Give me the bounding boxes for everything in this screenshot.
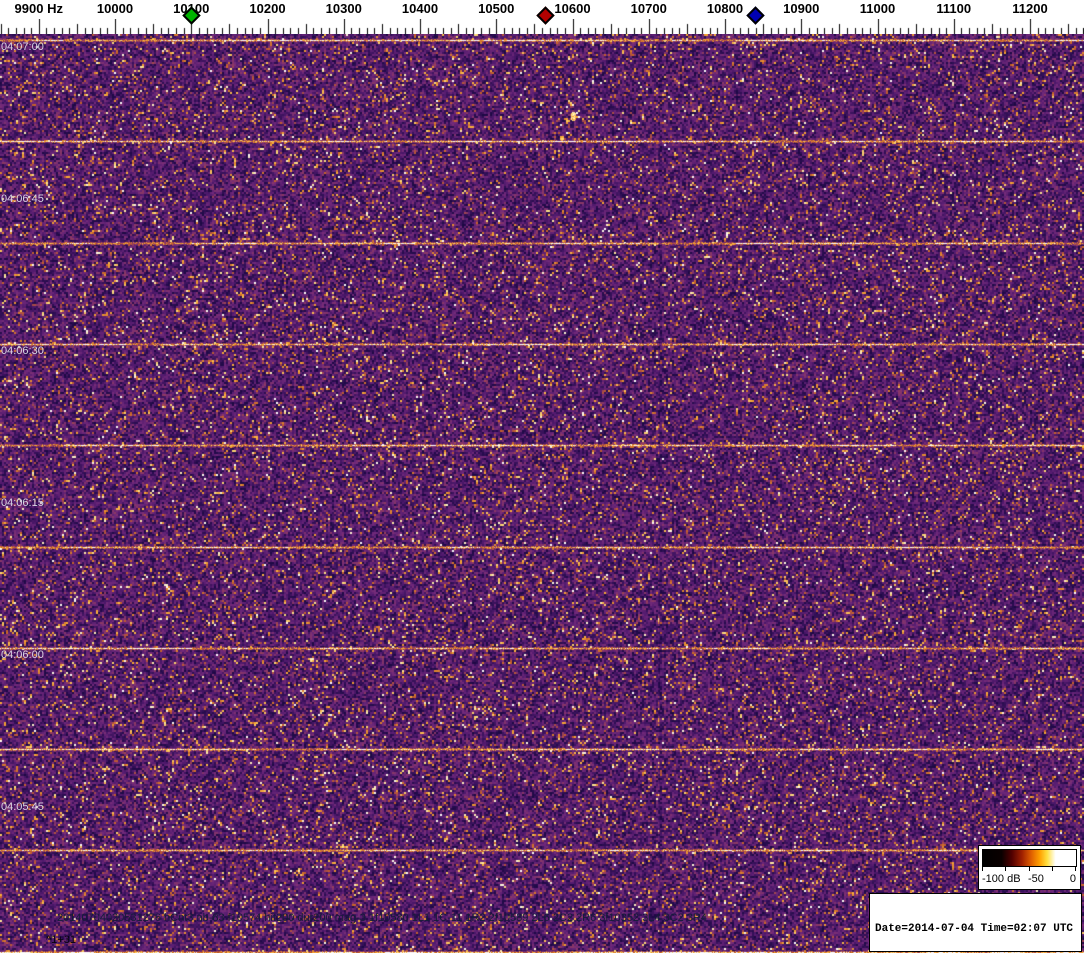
legend-tick xyxy=(982,867,983,871)
freq-axis-label: 10200 xyxy=(249,1,286,16)
detection-status-line: 20140704020531276 hCnt3 nb-83 f10574 hit… xyxy=(57,912,707,924)
freq-axis-label: 10400 xyxy=(401,1,439,16)
freq-axis-label: 10600 xyxy=(554,1,591,16)
legend-label-min: -100 dB xyxy=(982,873,1021,885)
time-axis-label: 04:06:15 xyxy=(1,497,44,509)
spectrogram-canvas xyxy=(0,34,1084,953)
freq-axis-label: 10900 xyxy=(783,1,820,16)
legend-tick xyxy=(1029,867,1030,871)
color-scale-gradient xyxy=(982,849,1077,867)
freq-axis-label: 10700 xyxy=(630,1,667,16)
legend-label-max: 0 xyxy=(1069,873,1076,885)
screen: 9900 Hz100001010010200103001040010500106… xyxy=(0,0,1084,953)
info-date-time: Date=2014-07-04 Time=02:07 UTC xyxy=(875,923,1074,935)
legend-label-mid: -50 xyxy=(1028,873,1044,885)
time-axis-label: 04:05:45 xyxy=(1,801,44,813)
time-axis-label: 04:06:45 xyxy=(1,193,44,205)
freq-axis-label: 11200 xyxy=(1012,1,1048,16)
freq-axis-label: 11100 xyxy=(936,1,972,16)
freq-axis-label: 11000 xyxy=(859,1,896,16)
observation-info-box: Date=2014-07-04 Time=02:07 UTC Freq=143 … xyxy=(869,893,1082,952)
color-scale-legend: -100 dB -50 0 xyxy=(978,845,1081,890)
time-axis-label: 04:07:00 xyxy=(1,41,44,53)
time-axis-label: 04:06:30 xyxy=(1,345,44,357)
time-axis-label: 04:06:00 xyxy=(1,649,44,661)
freq-axis-label: 9900 Hz xyxy=(14,1,63,16)
frequency-axis: 9900 Hz100001010010200103001040010500106… xyxy=(0,0,1084,34)
legend-tick xyxy=(1052,867,1053,871)
legend-tick xyxy=(1075,867,1076,871)
freq-axis-label: 10000 xyxy=(96,1,134,16)
freq-axis-label: 10500 xyxy=(478,1,515,16)
freq-axis-label: 10800 xyxy=(706,1,744,16)
legend-tick xyxy=(1005,867,1006,871)
corner-note: ^1+31 xyxy=(46,934,76,946)
freq-axis-label: 10300 xyxy=(325,1,362,16)
